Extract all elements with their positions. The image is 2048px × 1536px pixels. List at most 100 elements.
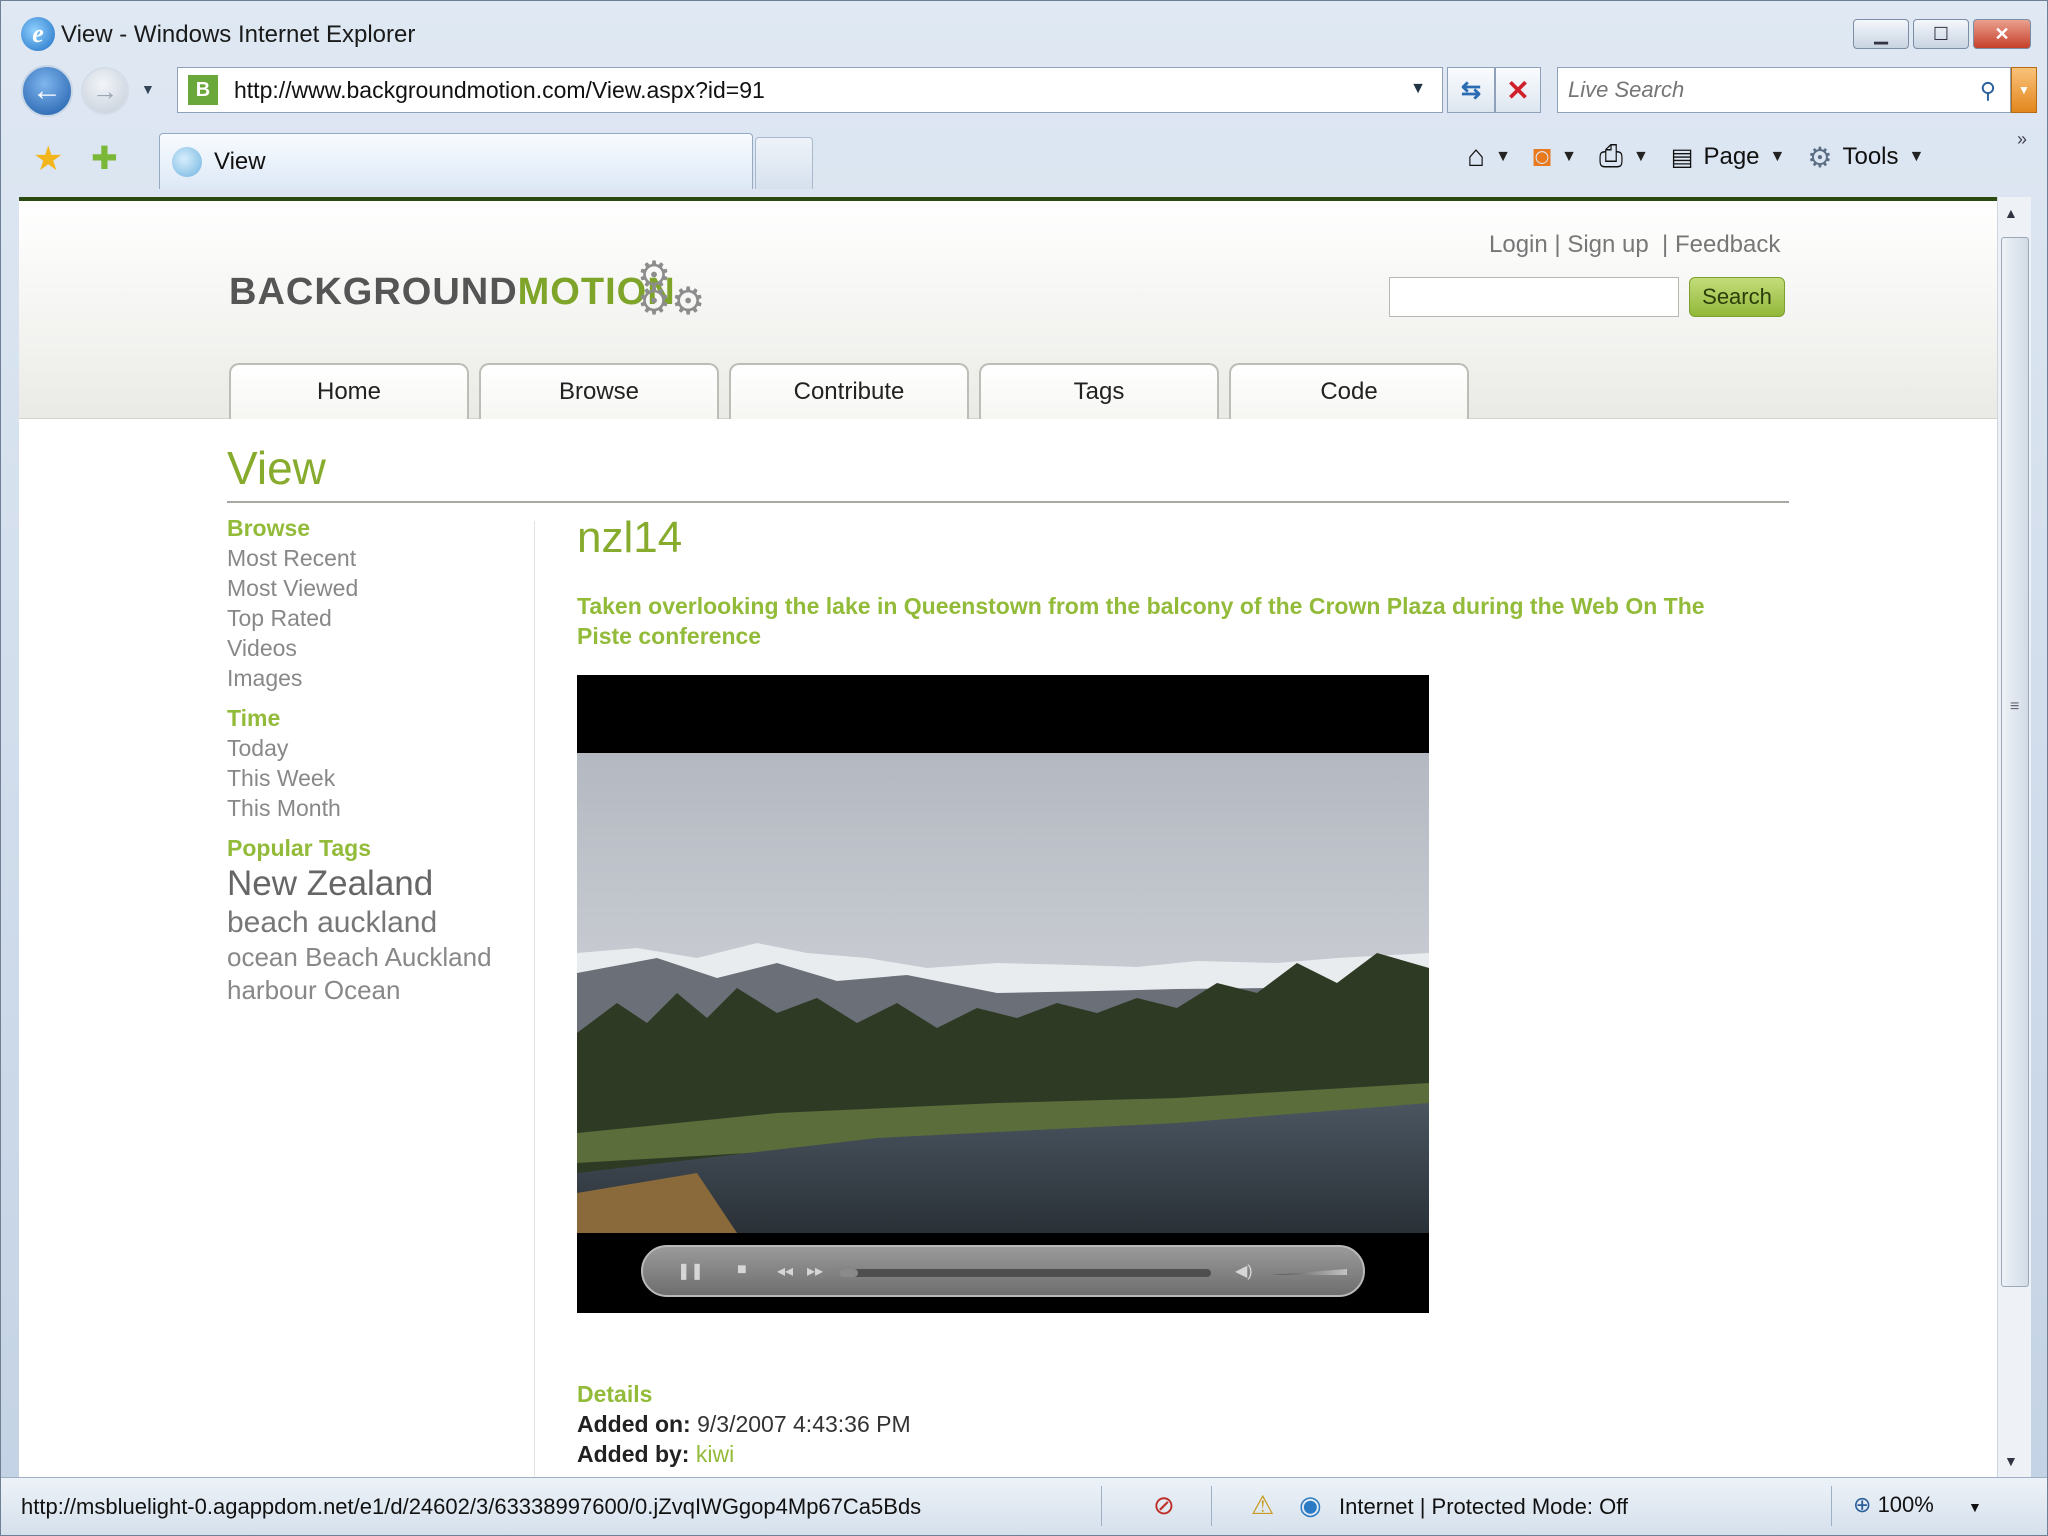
rewind-icon[interactable]: ◂◂ <box>777 1261 793 1281</box>
zoom-value: 100% <box>1877 1492 1934 1517</box>
nav-tab-tags[interactable]: Tags <box>979 363 1219 419</box>
login-link[interactable]: Login <box>1489 231 1548 258</box>
recent-pages-dropdown[interactable]: ▼ <box>141 81 155 97</box>
player-controls: ❚❚ ■ ◂◂ ▸▸ ◀) <box>641 1245 1365 1297</box>
video-frame <box>577 753 1429 1233</box>
site-search-input[interactable] <box>1389 277 1679 317</box>
signup-link[interactable]: Sign up <box>1567 231 1648 258</box>
popup-blocker-icon[interactable]: ⊘ <box>1153 1490 1175 1521</box>
zoom-level[interactable]: ⊕ 100% ▼ <box>1853 1492 1982 1518</box>
tools-dropdown-icon[interactable]: ▼ <box>1909 148 1925 166</box>
nav-tab-home[interactable]: Home <box>229 363 469 419</box>
toolbar-overflow-chevron-icon[interactable]: » <box>2017 129 2027 150</box>
tag-link[interactable]: New Zealand <box>227 863 547 905</box>
site-search-button[interactable]: Search <box>1689 277 1785 317</box>
zoom-dropdown-icon[interactable]: ▼ <box>1968 1499 1982 1515</box>
feeds-dropdown-icon[interactable]: ▼ <box>1561 148 1577 166</box>
address-dropdown-icon[interactable]: ▼ <box>1410 80 1426 98</box>
stop-button[interactable]: ✕ <box>1495 67 1541 113</box>
live-search-box[interactable]: ⚲ <box>1557 67 2011 113</box>
fast-forward-icon[interactable]: ▸▸ <box>807 1261 823 1281</box>
logo-text-background: BACKGROUND <box>229 271 518 313</box>
vertical-scrollbar[interactable]: ▲ ≡ ▼ <box>1997 197 2031 1477</box>
title-bar: e View - Windows Internet Explorer ▁ ☐ ✕ <box>1 1 2047 67</box>
video-player[interactable]: ❚❚ ■ ◂◂ ▸▸ ◀) <box>577 675 1429 1313</box>
scroll-down-icon[interactable]: ▼ <box>2004 1453 2018 1469</box>
security-zone[interactable]: Internet | Protected Mode: Off <box>1339 1494 1628 1520</box>
nav-tab-browse[interactable]: Browse <box>479 363 719 419</box>
tools-menu[interactable]: Tools <box>1842 143 1898 171</box>
seek-bar[interactable] <box>839 1269 1211 1277</box>
top-link-separator: | <box>1554 231 1568 258</box>
tag-link[interactable]: harbour Ocean <box>227 974 547 1007</box>
tab-view[interactable]: View <box>159 133 753 189</box>
sidebar-heading-browse[interactable]: Browse <box>227 513 547 543</box>
back-button[interactable]: ← <box>21 65 73 117</box>
scroll-grip-icon: ≡ <box>2010 698 2020 715</box>
tag-link[interactable]: beach auckland <box>227 905 547 941</box>
sidebar-item-images[interactable]: Images <box>227 663 547 693</box>
rss-feed-icon[interactable]: ◙ <box>1533 140 1551 174</box>
details-section: Details Added on: 9/3/2007 4:43:36 PM Ad… <box>577 1379 911 1469</box>
status-separator <box>1831 1486 1832 1526</box>
sidebar-item-most-recent[interactable]: Most Recent <box>227 543 547 573</box>
added-on-value: 9/3/2007 4:43:36 PM <box>697 1411 911 1437</box>
tab-label: View <box>214 147 266 175</box>
command-bar: ⌂ ▼ ◙ ▼ ⎙ ▼ ▤ Page ▼ ⚙ Tools ▼ <box>1467 135 1936 179</box>
page-dropdown-icon[interactable]: ▼ <box>1770 148 1786 166</box>
tag-link[interactable]: ocean Beach Auckland <box>227 941 547 974</box>
stop-icon[interactable]: ■ <box>737 1261 747 1279</box>
page-title: View <box>227 442 326 494</box>
nav-tab-contribute[interactable]: Contribute <box>729 363 969 419</box>
added-by-row: Added by: kiwi <box>577 1439 911 1469</box>
address-bar[interactable]: B http://www.backgroundmotion.com/View.a… <box>177 67 1443 113</box>
scrollbar-thumb[interactable]: ≡ <box>2001 237 2029 1287</box>
add-favorite-icon[interactable]: ✚ <box>91 139 118 177</box>
added-by-link[interactable]: kiwi <box>696 1441 734 1467</box>
search-icon[interactable]: ⚲ <box>1980 78 1996 104</box>
minimize-button[interactable]: ▁ <box>1853 19 1909 49</box>
print-icon[interactable]: ⎙ <box>1599 140 1623 174</box>
browser-window: e View - Windows Internet Explorer ▁ ☐ ✕… <box>0 0 2048 1536</box>
nav-tab-code[interactable]: Code <box>1229 363 1469 419</box>
title-divider <box>227 501 1789 503</box>
sidebar-item-top-rated[interactable]: Top Rated <box>227 603 547 633</box>
added-on-row: Added on: 9/3/2007 4:43:36 PM <box>577 1409 911 1439</box>
new-tab-button[interactable] <box>755 137 813 189</box>
home-dropdown-icon[interactable]: ▼ <box>1495 148 1511 166</box>
media-description: Taken overlooking the lake in Queenstown… <box>577 593 1705 649</box>
site-logo[interactable]: BACKGROUNDMOTION <box>229 271 676 314</box>
address-url[interactable]: http://www.backgroundmotion.com/View.asp… <box>234 77 765 104</box>
refresh-button[interactable]: ⇆ <box>1447 67 1495 113</box>
maximize-button[interactable]: ☐ <box>1913 19 1969 49</box>
close-window-button[interactable]: ✕ <box>1973 19 2031 49</box>
pause-icon[interactable]: ❚❚ <box>677 1261 704 1281</box>
volume-slider[interactable] <box>1271 1269 1347 1275</box>
home-icon[interactable]: ⌂ <box>1467 140 1485 174</box>
status-url: http://msbluelight-0.agappdom.net/e1/d/2… <box>21 1494 922 1519</box>
volume-icon[interactable]: ◀) <box>1235 1261 1253 1281</box>
sidebar-item-today[interactable]: Today <box>227 733 547 763</box>
site-header: BACKGROUNDMOTION ⚙ ⚙⚙ Login | Sign up | F… <box>19 201 1997 419</box>
sidebar-item-this-month[interactable]: This Month <box>227 793 547 823</box>
favorites-star-icon[interactable]: ★ <box>33 139 63 179</box>
feedback-link[interactable]: Feedback <box>1675 231 1780 258</box>
details-heading: Details <box>577 1381 653 1407</box>
print-dropdown-icon[interactable]: ▼ <box>1633 148 1649 166</box>
gear-icon: ⚙ <box>1807 141 1833 173</box>
page-icon: ▤ <box>1670 143 1694 171</box>
live-search-input[interactable] <box>1568 77 1948 103</box>
sidebar-item-this-week[interactable]: This Week <box>227 763 547 793</box>
sidebar-heading-time[interactable]: Time <box>227 703 547 733</box>
sidebar-heading-popular-tags[interactable]: Popular Tags <box>227 833 547 863</box>
forward-button[interactable]: → <box>81 67 129 115</box>
page-menu[interactable]: Page <box>1703 143 1759 171</box>
scroll-up-icon[interactable]: ▲ <box>2004 205 2018 221</box>
main-content: nzl14 Taken overlooking the lake in Quee… <box>577 513 1807 1467</box>
top-links: Login | Sign up | Feedback <box>1489 231 1780 259</box>
search-options-dropdown[interactable]: ▼ <box>2011 67 2037 113</box>
sidebar-item-most-viewed[interactable]: Most Viewed <box>227 573 547 603</box>
sidebar-item-videos[interactable]: Videos <box>227 633 547 663</box>
security-warning-icon[interactable]: ⚠ <box>1251 1490 1274 1521</box>
site-favicon-icon: B <box>188 75 218 105</box>
